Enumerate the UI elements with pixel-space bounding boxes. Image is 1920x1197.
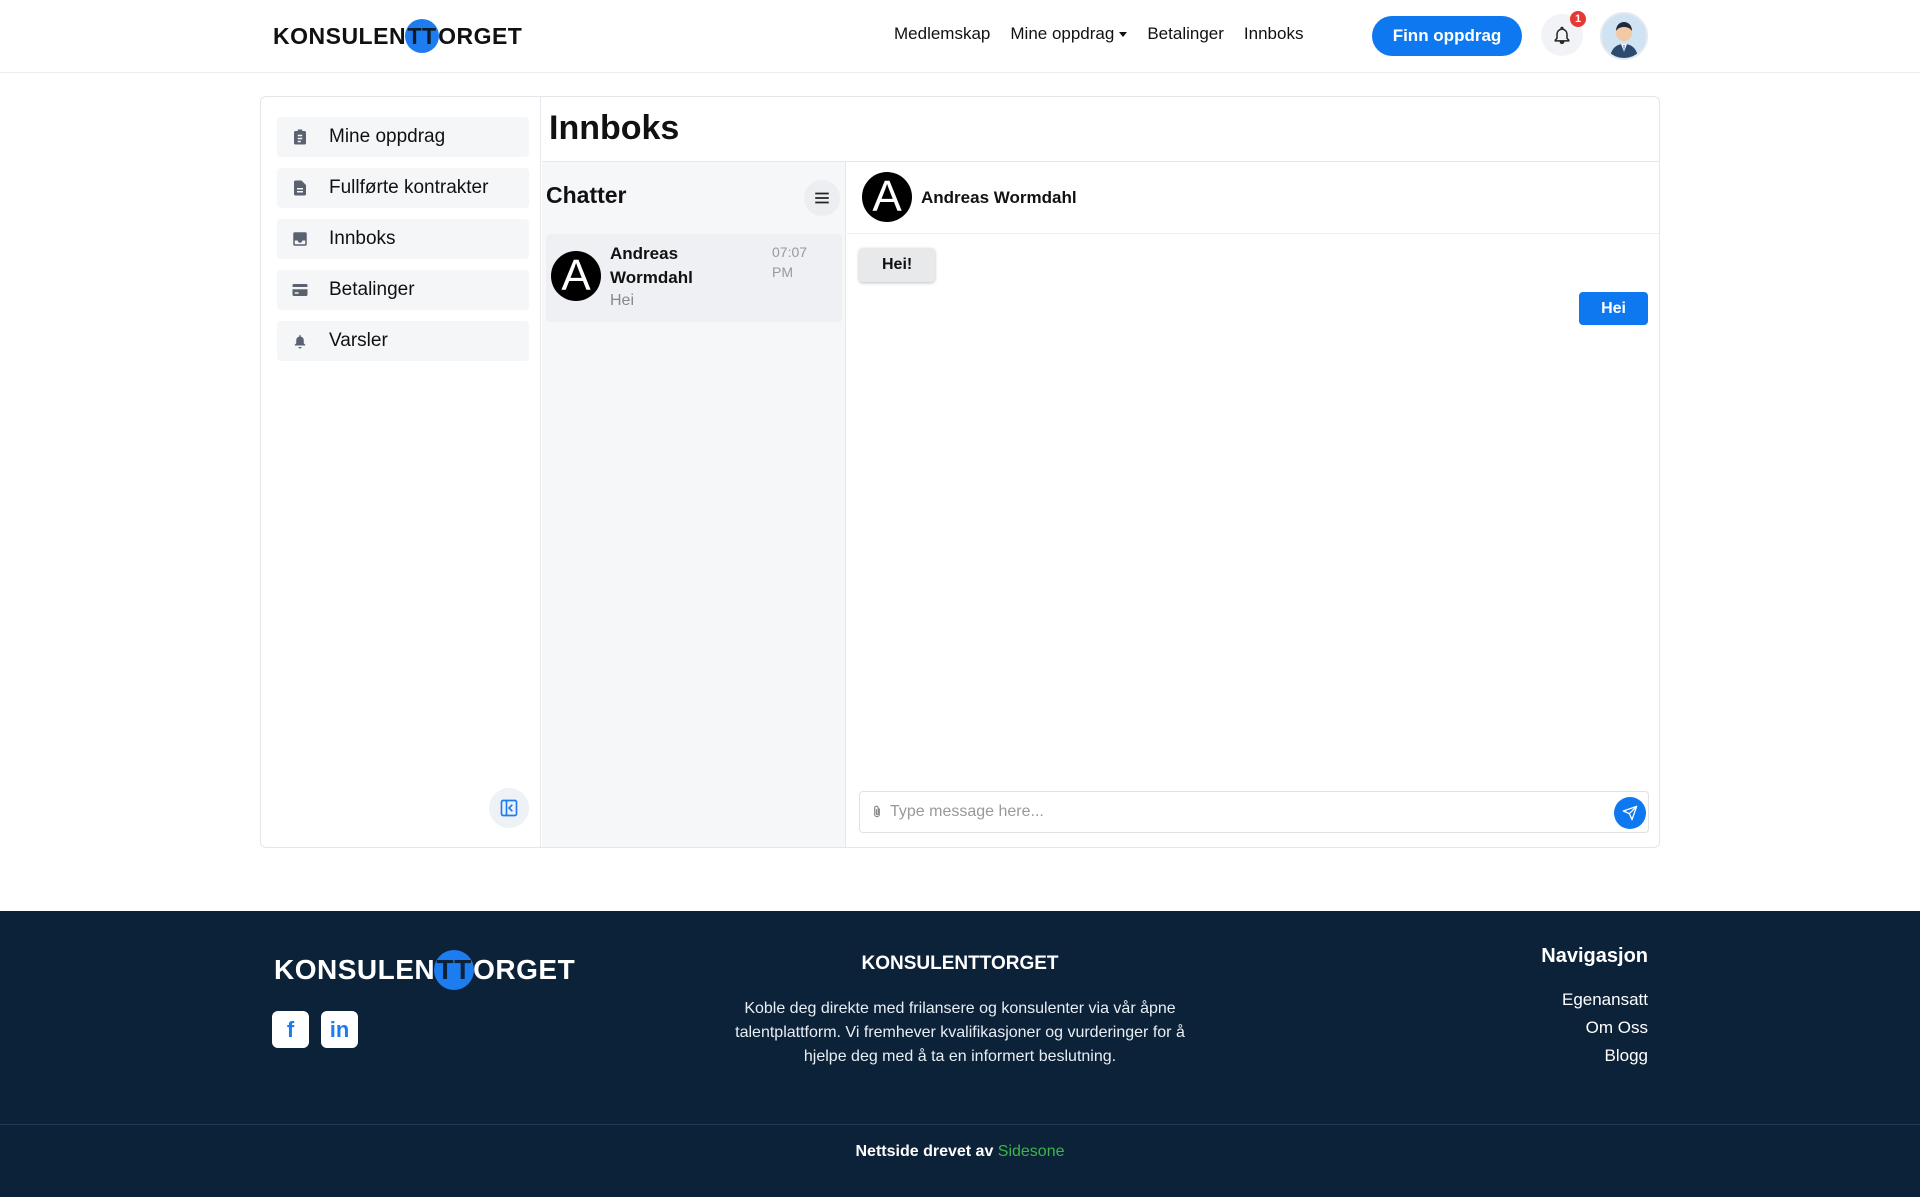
conversation-panel: A Andreas Wormdahl Hei! Hei [847,162,1659,847]
message-composer [859,791,1649,833]
site-logo[interactable]: KONSULEN TT ORGET [273,19,522,53]
nav-medlemskap[interactable]: Medlemskap [894,24,990,44]
nav-mine-oppdrag[interactable]: Mine oppdrag [1010,24,1128,44]
logo-text-start: KONSULEN [273,22,407,49]
chat-list-title: Chatter [546,182,627,208]
facebook-icon: f [286,1016,295,1042]
footer-link-egenansatt[interactable]: Egenansatt [1541,986,1648,1014]
footer-logo-text-end: ORGET [473,954,576,985]
send-message-button[interactable] [1614,797,1646,829]
page-title: Innboks [549,109,680,147]
footer-link-om-oss[interactable]: Om Oss [1541,1014,1648,1042]
sidebar-item-label: Fullførte kontrakter [329,177,489,198]
conversation-avatar: A [862,172,912,222]
notification-badge: 1 [1570,11,1586,27]
footer-logo-tt-mark: TT [434,950,475,990]
sidebar-item-fullforte-kontrakter[interactable]: Fullførte kontrakter [277,168,529,208]
user-avatar[interactable] [1600,12,1648,60]
sidebar-item-label: Innboks [329,228,396,249]
inbox-icon [293,232,307,246]
footer-about-title: KONSULENTTORGET [861,953,1059,974]
footer-logo-text-start: KONSULEN [274,954,436,985]
footer-credit: Nettside drevet av Sidesone [0,1143,1920,1161]
footer-nav-title: Navigasjon [1541,945,1648,967]
footer-link-blogg[interactable]: Blogg [1541,1042,1648,1070]
dashboard-sidebar: Mine oppdrag Fullførte kontrakter Innbok… [261,97,541,847]
footer-about-text: Koble deg direkte med frilansere og kons… [735,1000,1185,1065]
logo-tt-mark: TT [405,19,440,53]
chat-timestamp: 07:07 PM [772,244,808,280]
footer-logo[interactable]: KONSULEN TT ORGET [274,950,575,990]
finn-oppdrag-button[interactable]: Finn oppdrag [1372,16,1522,56]
sidebar-item-label: Varsler [329,330,388,351]
chat-list-item[interactable]: A Andreas Wormdahl Hei 07:07 PM [546,234,842,322]
top-navbar: KONSULEN TT ORGET Medlemskap Mine oppdrag … [0,0,1920,73]
chat-list-menu-button[interactable] [804,180,840,216]
user-avatar-icon [1602,14,1646,58]
nav-betalinger[interactable]: Betalinger [1147,24,1224,44]
nav-innboks[interactable]: Innboks [1244,24,1304,44]
collapse-sidebar-button[interactable] [489,788,529,828]
send-icon [1622,805,1638,821]
chat-last-message: Hei [610,292,635,309]
sidebar-item-mine-oppdrag[interactable]: Mine oppdrag [277,117,529,157]
message-input[interactable] [890,796,1590,828]
sidebar-collapse-icon [500,799,518,817]
bell-icon [1554,26,1570,45]
conversation-contact-name: Andreas Wormdahl [921,188,1077,207]
footer-navigation: Navigasjon Egenansatt Om Oss Blogg [1541,945,1648,1070]
conversation-header: A Andreas Wormdahl [847,162,1659,234]
footer-divider [0,1124,1920,1125]
linkedin-link[interactable]: in [321,1011,358,1048]
hamburger-menu-icon [815,192,829,204]
caret-down-icon [1119,32,1128,38]
incoming-message: Hei! [859,248,936,282]
footer-about: KONSULENTTORGET Koble deg direkte med fr… [730,953,1190,1069]
nav-mine-oppdrag-label: Mine oppdrag [1010,24,1115,43]
credit-card-icon [292,284,308,296]
footer-credit-brand-link[interactable]: Sidesone [998,1143,1065,1160]
chat-contact-name: Andreas Wormdahl [610,244,693,287]
chat-avatar: A [551,251,601,301]
clipboard-icon [294,129,306,145]
chat-list-panel: Chatter A Andreas Wormdahl Hei 07:07 PM [542,162,846,847]
inbox-card: Mine oppdrag Fullførte kontrakter Innbok… [260,96,1660,848]
bell-icon [294,335,306,349]
outgoing-message: Hei [1579,292,1648,325]
sidebar-item-label: Betalinger [329,279,415,300]
facebook-link[interactable]: f [272,1011,309,1048]
sidebar-item-betalinger[interactable]: Betalinger [277,270,529,310]
document-icon [294,180,306,196]
site-footer: KONSULEN TT ORGET f in KONSULENTTORGET Kob… [0,911,1920,1197]
sidebar-item-label: Mine oppdrag [329,126,446,147]
sidebar-item-innboks[interactable]: Innboks [277,219,529,259]
sidebar-item-varsler[interactable]: Varsler [277,321,529,361]
logo-text-end: ORGET [438,22,523,49]
paperclip-icon[interactable] [870,804,884,820]
linkedin-icon: in [329,1016,350,1042]
main-nav: Medlemskap Mine oppdrag Betalinger Innbo… [894,24,1323,44]
footer-credit-prefix: Nettside drevet av [855,1143,998,1160]
